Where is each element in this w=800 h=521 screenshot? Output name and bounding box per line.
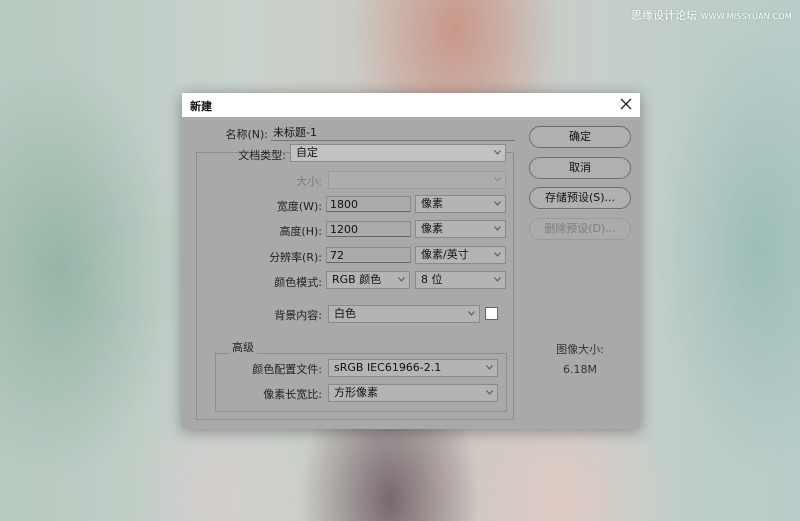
preset-label: 文档类型: (238, 149, 286, 162)
pixel-aspect-label: 像素长宽比: (263, 388, 322, 401)
image-size-value: 6.18M (563, 363, 597, 376)
width-input[interactable]: 1800 (326, 196, 411, 212)
close-icon[interactable] (616, 94, 636, 114)
height-unit-select[interactable]: 像素 (415, 220, 506, 238)
height-input[interactable]: 1200 (326, 221, 411, 237)
dialog-title: 新建 (190, 100, 212, 113)
name-label: 名称(N): (225, 128, 268, 141)
height-label: 高度(H): (279, 225, 322, 238)
pixel-aspect-select[interactable]: 方形像素 (328, 384, 498, 402)
chevron-down-icon (486, 365, 493, 370)
resolution-label: 分辨率(R): (269, 251, 322, 264)
color-profile-label: 颜色配置文件: (252, 363, 322, 376)
color-mode-select[interactable]: RGB 颜色 (326, 271, 410, 289)
save-preset-button[interactable]: 存储预设(S)... (529, 187, 631, 209)
background-value: 白色 (334, 307, 356, 320)
background-select[interactable]: 白色 (328, 305, 480, 323)
chevron-down-icon (494, 201, 501, 206)
width-label: 宽度(W): (276, 200, 322, 213)
bit-depth-value: 8 位 (421, 273, 443, 286)
bit-depth-select[interactable]: 8 位 (415, 271, 506, 289)
background-label: 背景内容: (274, 309, 322, 322)
watermark-url: WWW.MISSYUAN.COM (700, 12, 792, 21)
chevron-down-icon (494, 226, 501, 231)
chevron-down-icon (468, 311, 475, 316)
image-size-label: 图像大小: (556, 343, 604, 356)
watermark: 思缘设计论坛 WWW.MISSYUAN.COM (631, 7, 792, 23)
size-label: 大小: (296, 175, 322, 188)
color-profile-value: sRGB IEC61966-2.1 (334, 361, 442, 374)
preset-select[interactable]: 自定 (290, 144, 506, 162)
chevron-down-icon (494, 177, 501, 182)
resolution-unit-select[interactable]: 像素/英寸 (415, 246, 506, 264)
cancel-button[interactable]: 取消 (529, 157, 631, 179)
height-unit-value: 像素 (421, 222, 443, 235)
color-mode-label: 颜色模式: (274, 276, 322, 289)
size-select[interactable] (328, 171, 506, 189)
ok-button[interactable]: 确定 (529, 126, 631, 148)
advanced-legend: 高级 (229, 339, 257, 355)
chevron-down-icon (494, 252, 501, 257)
width-unit-select[interactable]: 像素 (415, 195, 506, 213)
chevron-down-icon (494, 277, 501, 282)
background-color-swatch[interactable] (485, 307, 498, 320)
resolution-unit-value: 像素/英寸 (421, 248, 469, 261)
chevron-down-icon (398, 277, 405, 282)
chevron-down-icon (494, 150, 501, 155)
delete-preset-button[interactable]: 删除预设(D)... (529, 218, 631, 240)
watermark-site: 思缘设计论坛 (630, 9, 697, 22)
name-input[interactable]: 未标题-1 (271, 125, 515, 141)
chevron-down-icon (486, 390, 493, 395)
preset-value: 自定 (296, 146, 318, 159)
color-profile-select[interactable]: sRGB IEC61966-2.1 (328, 359, 498, 377)
pixel-aspect-value: 方形像素 (334, 386, 378, 399)
color-mode-value: RGB 颜色 (332, 273, 382, 286)
resolution-input[interactable]: 72 (326, 247, 411, 263)
dialog-titlebar: 新建 (182, 93, 640, 117)
new-document-dialog: 新建 名称(N): 未标题-1 文档类型: 自定 大小: 宽度(W): 1800… (182, 93, 640, 429)
width-unit-value: 像素 (421, 197, 443, 210)
